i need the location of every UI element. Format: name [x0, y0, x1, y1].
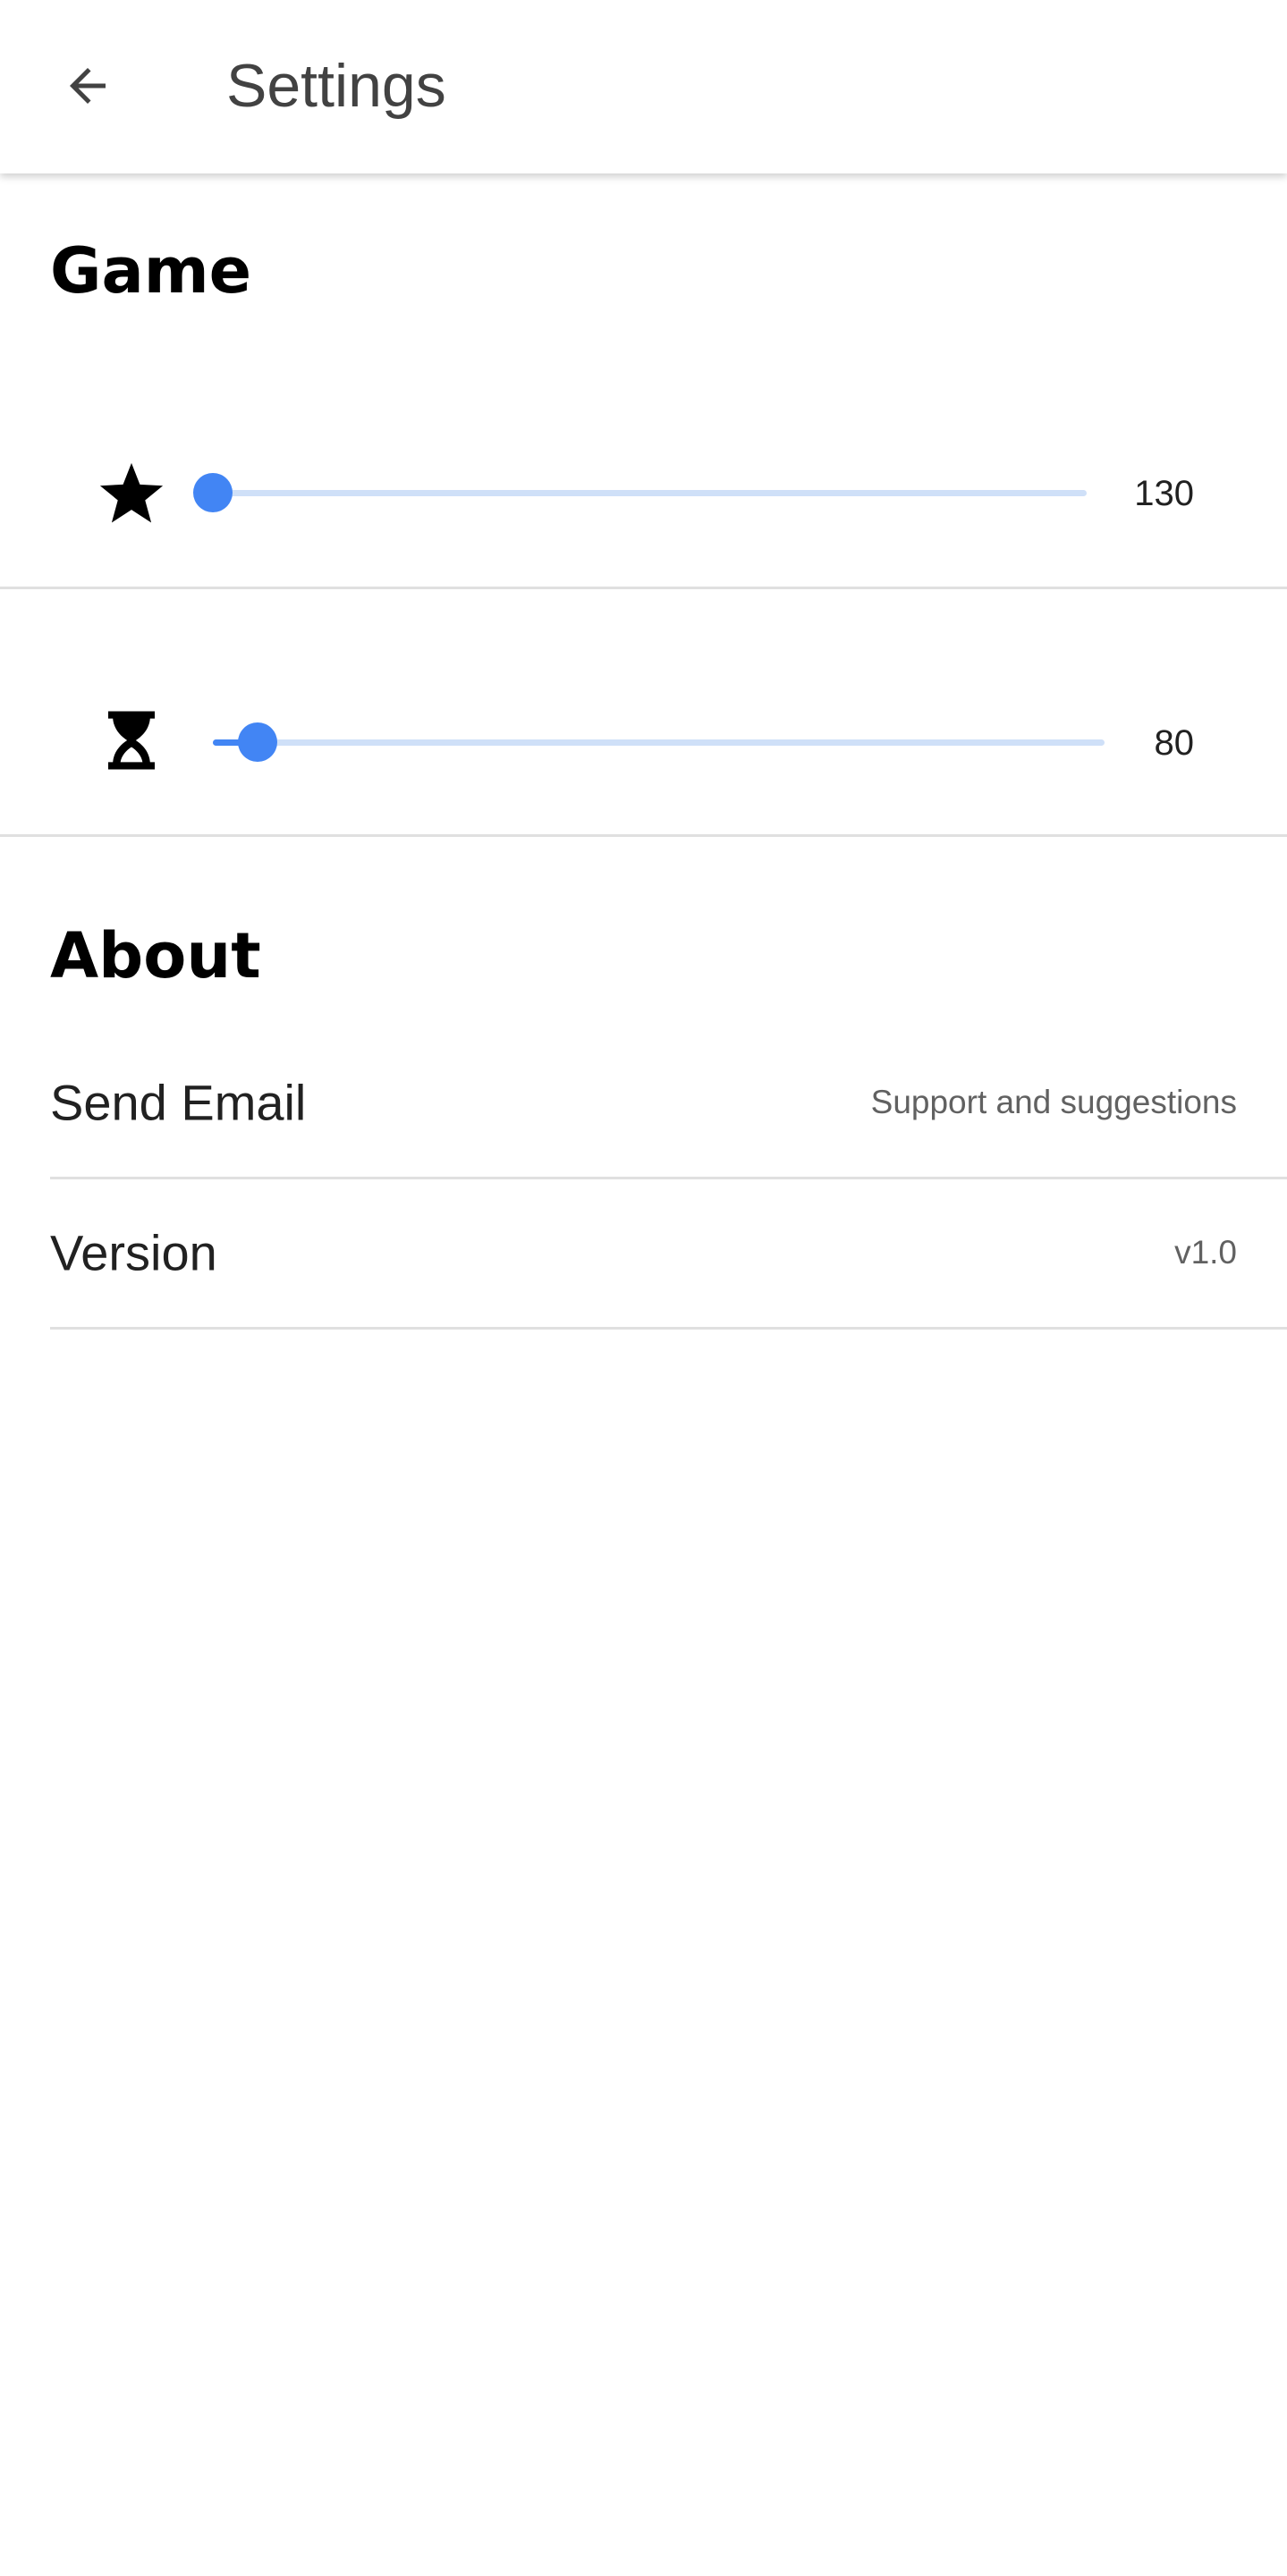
star-slider-thumb[interactable] — [193, 473, 233, 512]
timer-slider[interactable] — [213, 722, 1105, 762]
star-icon — [99, 462, 164, 523]
send-email-summary: Support and suggestions — [870, 1084, 1237, 1120]
send-email-title: Send Email — [50, 1074, 307, 1131]
timer-slider-value: 80 — [1154, 723, 1195, 763]
timer-slider-thumb[interactable] — [237, 722, 277, 762]
page-title: Settings — [226, 52, 446, 120]
hourglass-icon — [108, 711, 155, 770]
star-slider[interactable] — [193, 473, 1087, 512]
version-summary: v1.0 — [1174, 1234, 1237, 1271]
timer-slider-row: 80 — [0, 587, 1287, 837]
back-button[interactable] — [41, 39, 134, 132]
about-section-heading: About — [50, 919, 261, 992]
app-toolbar: Settings — [0, 0, 1287, 173]
arrow-back-icon — [70, 68, 106, 104]
star-slider-row: 130 — [0, 340, 1287, 589]
version-item[interactable]: Version v1.0 — [50, 1178, 1287, 1330]
version-title: Version — [50, 1224, 217, 1281]
send-email-item[interactable]: Send Email Support and suggestions — [50, 1028, 1287, 1179]
game-section-heading: Game — [50, 234, 252, 308]
star-slider-value: 130 — [1134, 474, 1194, 513]
